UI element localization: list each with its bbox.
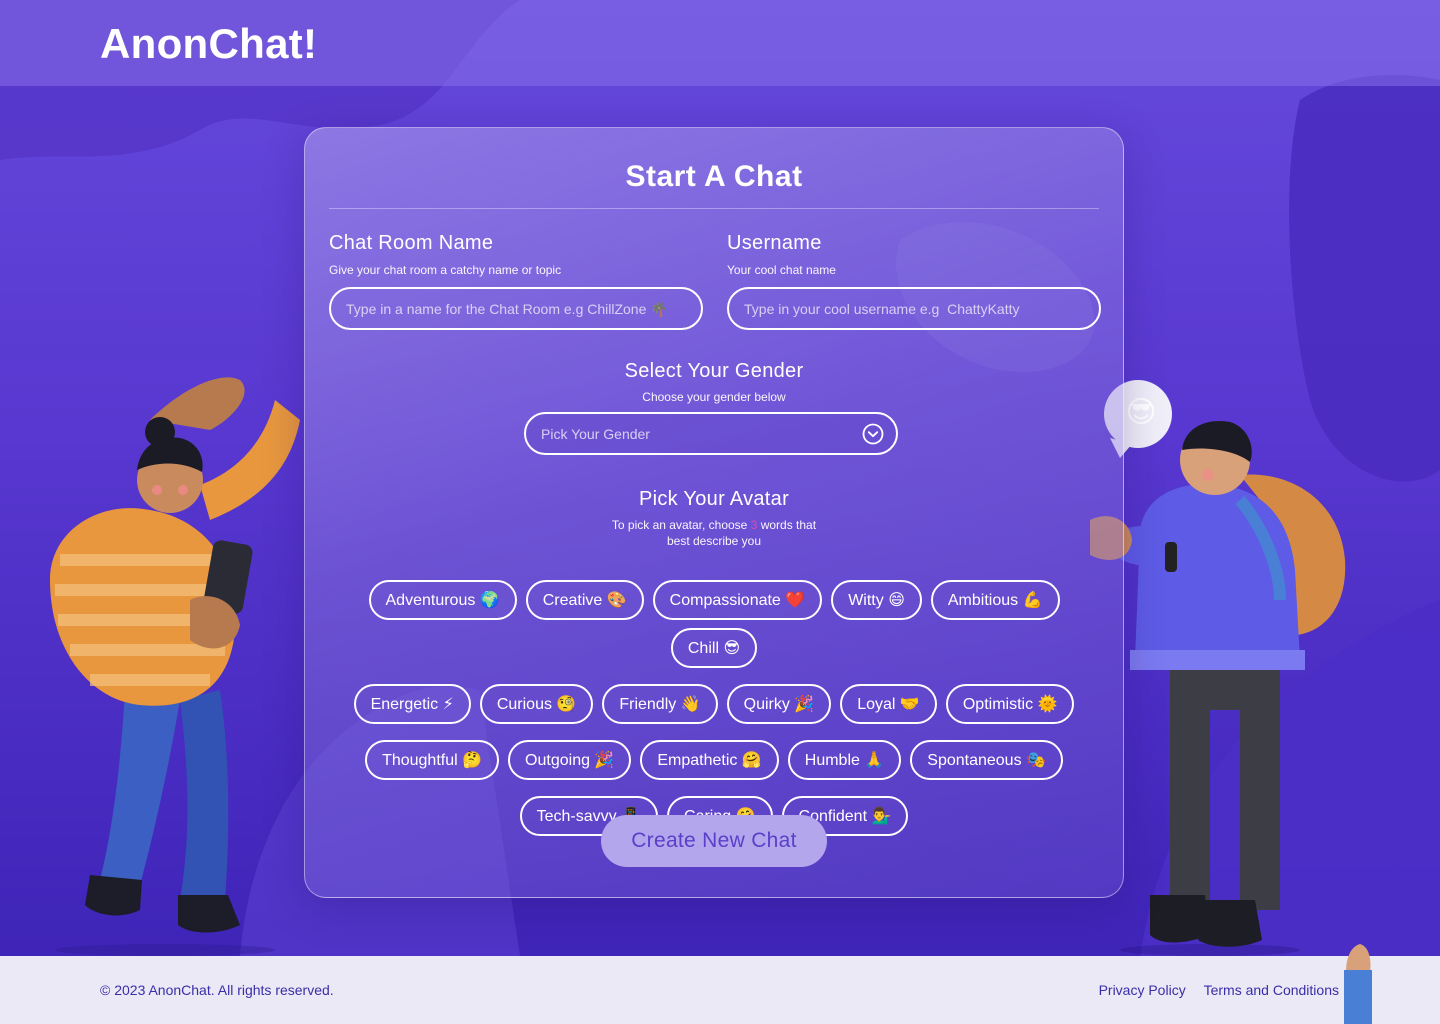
username-input[interactable] [727,287,1101,330]
trait-chip[interactable]: Spontaneous 🎭 [910,740,1063,780]
top-bar: AnonChat! [0,0,1440,86]
card-title: Start A Chat [625,160,803,193]
trait-chip[interactable]: Compassionate ❤️ [652,580,823,620]
username-hint: Your cool chat name [727,263,836,277]
chevron-down-icon [862,423,884,445]
trait-chips: Adventurous 🌍 Creative 🎨 Compassionate ❤️ W… [329,580,1099,836]
gender-select[interactable]: Pick Your Gender [524,412,898,455]
trait-chip[interactable]: Quirky 🎉 [726,684,832,724]
trait-chip[interactable]: Friendly 👋 [602,684,718,724]
trait-chip[interactable]: Empathetic 🤗 [640,740,779,780]
gender-section: Select Your Gender Choose your gender be… [305,360,1123,405]
trait-chip[interactable]: Energetic ⚡ [353,684,471,724]
create-chat-button[interactable]: Create New Chat [601,815,827,867]
username-label: Username [727,232,822,254]
man-with-backpack-illustration [1090,380,1346,956]
footer: © 2023 AnonChat. All rights reserved. Pr… [0,944,1440,1024]
trait-chip[interactable]: Adventurous 🌍 [368,580,517,620]
avatar-hint-suffix: words that [757,518,817,532]
trait-chip[interactable]: Loyal 🤝 [840,684,937,724]
username-field: Username Your cool chat name [727,232,1101,330]
avatar-hint-line2: best describe you [666,534,762,548]
avatar-hint: To pick an avatar, choose 3 words that b… [305,517,1123,549]
gender-label: Select Your Gender [624,360,804,382]
trait-chip[interactable]: Curious 🧐 [479,684,594,724]
avatar-label: Pick Your Avatar [638,488,790,510]
trait-chip[interactable]: Humble 🙏 [787,740,902,780]
terms-link[interactable]: Terms and Conditions [1204,982,1339,998]
copyright: © 2023 AnonChat. All rights reserved. [100,982,334,998]
trait-chip[interactable]: Thoughtful 🤔 [365,740,500,780]
avatar-section: Pick Your Avatar To pick an avatar, choo… [305,488,1123,549]
room-name-label: Chat Room Name [329,232,494,254]
trait-chip[interactable]: Creative 🎨 [525,580,644,620]
trait-chip[interactable]: Witty 😄 [831,580,922,620]
logo[interactable]: AnonChat! [100,20,317,68]
waving-hand-illustration [1344,944,1372,1024]
room-name-input[interactable] [329,287,703,330]
gender-hint: Choose your gender below [642,390,786,404]
trait-chip[interactable]: Optimistic 🌞 [945,684,1075,724]
divider [329,208,1099,209]
footer-links: Privacy Policy Terms and Conditions [1085,982,1339,998]
gender-select-value: Pick Your Gender [541,426,650,442]
start-chat-card: Start A Chat Chat Room Name Give your ch… [304,127,1124,898]
trait-chip[interactable]: Ambitious 💪 [930,580,1060,620]
emoji-bubble: 😎 [1125,396,1157,429]
room-name-hint: Give your chat room a catchy name or top… [329,263,562,277]
woman-with-phone-illustration [50,377,300,956]
avatar-hint-prefix: To pick an avatar, choose [611,518,751,532]
privacy-policy-link[interactable]: Privacy Policy [1099,982,1186,998]
trait-chip[interactable]: Outgoing 🎉 [508,740,632,780]
trait-chip[interactable]: Chill 😎 [670,628,758,668]
room-name-field: Chat Room Name Give your chat room a cat… [329,232,703,330]
